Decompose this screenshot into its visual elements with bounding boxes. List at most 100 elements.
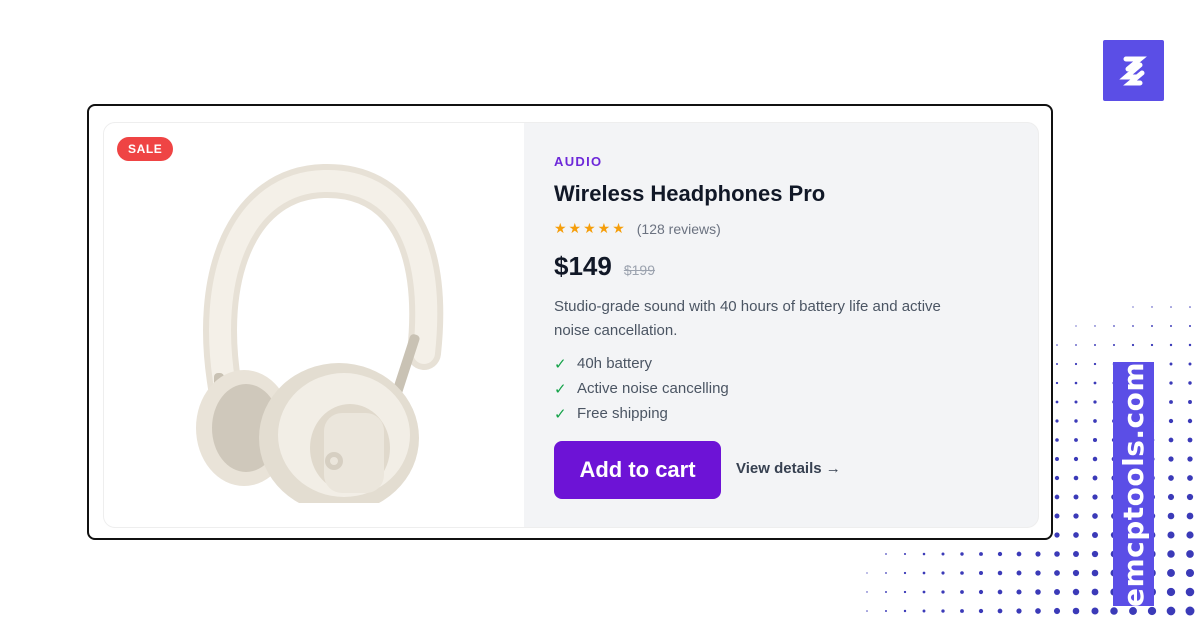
halftone-dot	[1093, 419, 1097, 423]
halftone-dot	[903, 590, 907, 594]
halftone-dot	[1055, 457, 1059, 461]
halftone-dot	[1169, 381, 1173, 385]
feature-item: ✓ Active noise cancelling	[554, 376, 729, 401]
halftone-dot	[1170, 325, 1172, 327]
halftone-dot	[1054, 570, 1060, 576]
product-rating: ★★★★★ (128 reviews)	[554, 220, 721, 237]
feature-text: 40h battery	[577, 355, 653, 372]
halftone-dot	[903, 571, 907, 575]
halftone-dot	[1112, 343, 1116, 347]
halftone-dot	[1016, 551, 1022, 557]
halftone-dot	[1092, 475, 1098, 481]
halftone-dot	[1072, 607, 1080, 615]
halftone-dot	[960, 590, 964, 594]
halftone-dot	[1074, 362, 1078, 366]
halftone-dot	[1073, 551, 1079, 557]
halftone-dot	[1188, 381, 1192, 385]
halftone-dot	[1091, 588, 1099, 596]
halftone-dot	[866, 610, 868, 612]
halftone-dot	[941, 609, 945, 613]
halftone-dot	[978, 589, 984, 595]
brand-logo-icon	[1103, 40, 1164, 101]
halftone-dot	[1188, 324, 1192, 328]
halftone-dot	[903, 609, 907, 613]
halftone-dot	[1055, 400, 1059, 404]
review-count: (128 reviews)	[636, 220, 721, 237]
halftone-dot	[922, 552, 926, 556]
halftone-dot	[1167, 512, 1175, 520]
halftone-dot	[1129, 607, 1137, 615]
halftone-dot	[1186, 550, 1194, 558]
site-watermark: emcptools.com	[1113, 361, 1154, 607]
halftone-dot	[960, 571, 964, 575]
halftone-dot	[1186, 531, 1194, 539]
halftone-dot	[1094, 325, 1096, 327]
halftone-dot	[1074, 419, 1078, 423]
halftone-dot	[1168, 437, 1174, 443]
product-description: Studio-grade sound with 40 hours of batt…	[554, 298, 941, 339]
halftone-dot	[1054, 475, 1060, 481]
product-info: AUDIO Wireless Headphones Pro ★★★★★ (128…	[554, 123, 1038, 527]
halftone-dot	[1091, 550, 1099, 558]
product-category: AUDIO	[554, 154, 603, 169]
halftone-dot	[885, 553, 887, 555]
halftone-dot	[997, 589, 1003, 595]
halftone-dot	[1073, 456, 1079, 462]
halftone-dot	[1170, 306, 1172, 308]
halftone-dot	[1169, 362, 1173, 366]
halftone-dot	[1131, 343, 1135, 347]
halftone-dot	[1168, 456, 1174, 462]
halftone-dot	[1056, 363, 1058, 365]
halftone-dot	[1188, 343, 1192, 347]
site-watermark-text: emcptools.com	[1117, 361, 1151, 607]
halftone-dot	[997, 551, 1003, 557]
halftone-dot	[1073, 513, 1079, 519]
halftone-dot	[1167, 569, 1175, 577]
halftone-dot	[1055, 381, 1059, 385]
halftone-dot	[960, 552, 964, 556]
halftone-dot	[978, 570, 984, 576]
halftone-dot	[1074, 381, 1078, 385]
halftone-dot	[941, 590, 945, 594]
halftone-dot	[1187, 418, 1193, 424]
product-card-frame: SALE AUDIO Wireless Headphones Pro ★★★★★…	[87, 104, 1053, 540]
halftone-dot	[1167, 493, 1175, 501]
feature-list: ✓ 40h battery ✓ Active noise cancelling …	[554, 351, 729, 426]
halftone-dot	[1169, 400, 1173, 404]
halftone-dot	[1187, 456, 1193, 462]
halftone-dot	[978, 608, 984, 614]
halftone-dot	[1074, 438, 1078, 442]
halftone-dot	[997, 608, 1003, 614]
halftone-dot	[1167, 550, 1175, 558]
halftone-dot	[1167, 531, 1175, 539]
halftone-dot	[1016, 589, 1022, 595]
halftone-dot	[1092, 437, 1098, 443]
halftone-dot	[1054, 494, 1060, 500]
halftone-dot	[1054, 551, 1060, 557]
current-price: $149	[554, 251, 612, 281]
halftone-dot	[1188, 400, 1192, 404]
halftone-dot	[1147, 606, 1157, 616]
original-price: $199	[623, 262, 655, 278]
halftone-dot	[1055, 419, 1059, 423]
halftone-dot	[1091, 569, 1099, 577]
halftone-dot	[1092, 513, 1098, 519]
halftone-dot	[1035, 570, 1041, 576]
halftone-dot	[1166, 587, 1176, 597]
halftone-dot	[1035, 589, 1041, 595]
halftone-dot	[1110, 607, 1118, 615]
halftone-dot	[1185, 587, 1195, 597]
halftone-dot	[1166, 606, 1176, 616]
star-rating-icons: ★★★★★	[554, 220, 627, 236]
halftone-dot	[1187, 475, 1193, 481]
halftone-dot	[885, 610, 887, 612]
halftone-dot	[941, 552, 945, 556]
halftone-dot	[979, 552, 983, 556]
price-block: $149 $199	[554, 251, 655, 282]
add-to-cart-button[interactable]: Add to cart	[554, 441, 721, 499]
halftone-dot	[1072, 569, 1080, 577]
halftone-dot	[1075, 325, 1077, 327]
halftone-dot	[960, 609, 964, 613]
view-details-link[interactable]: View details →	[736, 460, 841, 477]
halftone-dot	[1187, 437, 1193, 443]
